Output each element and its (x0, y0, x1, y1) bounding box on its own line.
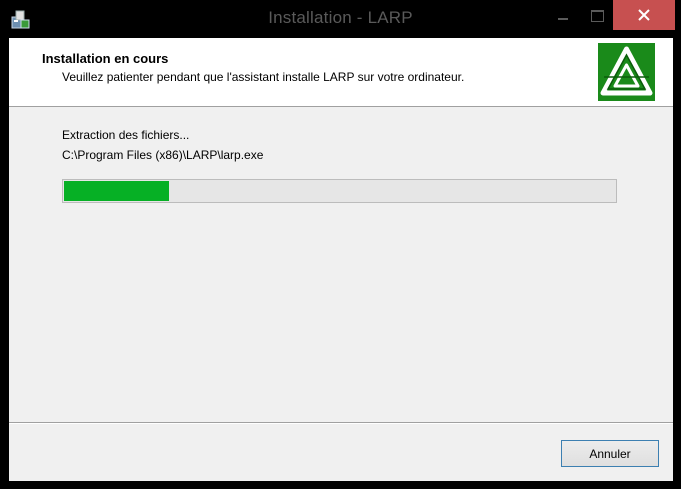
installer-window: Installation - LARP Installation en cour… (0, 0, 681, 489)
page-title: Installation en cours (42, 51, 169, 66)
window-title: Installation - LARP (268, 8, 413, 27)
cancel-button[interactable]: Annuler (561, 440, 659, 467)
maximize-icon (591, 10, 604, 22)
dialog-client-area: Installation en cours Veuillez patienter… (9, 38, 673, 481)
larp-logo (598, 43, 655, 101)
title-bar[interactable]: Installation - LARP (0, 0, 681, 38)
close-button[interactable] (613, 0, 675, 30)
minimize-button[interactable] (548, 0, 578, 30)
progress-fill (64, 181, 169, 201)
current-file-path: C:\Program Files (x86)\LARP\larp.exe (62, 148, 264, 162)
footer-separator (9, 422, 673, 424)
close-icon (638, 9, 650, 21)
wizard-header: Installation en cours Veuillez patienter… (9, 38, 673, 107)
minimize-icon (558, 18, 568, 20)
page-subtitle: Veuillez patienter pendant que l'assista… (62, 70, 465, 84)
maximize-button[interactable] (582, 0, 612, 30)
progress-bar (62, 179, 617, 203)
status-text: Extraction des fichiers... (62, 128, 190, 142)
